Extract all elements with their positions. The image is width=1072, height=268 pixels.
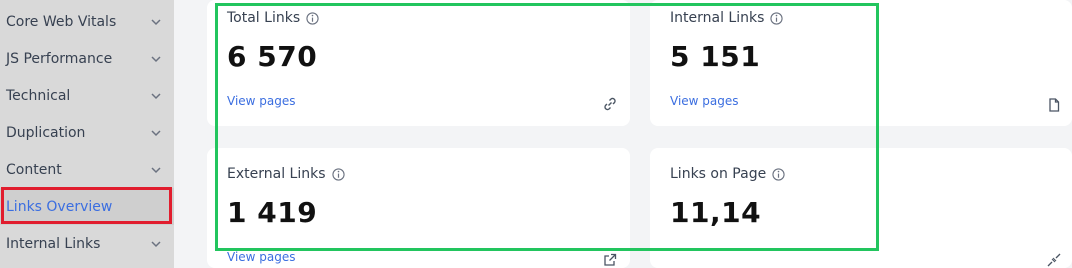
card-title: Internal Links <box>670 10 784 26</box>
card-title: Links on Page <box>670 166 785 182</box>
info-icon[interactable] <box>772 167 785 181</box>
card-internal-links: Internal Links 5 151 View pages <box>650 0 1072 126</box>
link-icon[interactable] <box>602 96 618 112</box>
view-pages-link[interactable]: View pages <box>227 94 296 108</box>
card-title: Total Links <box>227 10 319 26</box>
sidebar-item-technical[interactable]: Technical <box>0 77 174 114</box>
card-value: 11,14 <box>670 196 762 229</box>
card-title-text: Total Links <box>227 10 301 26</box>
card-title-text: Internal Links <box>670 10 765 26</box>
sidebar-item-internal-links[interactable]: Internal Links <box>0 225 174 262</box>
card-title: External Links <box>227 166 345 182</box>
card-title-text: Links on Page <box>670 166 767 182</box>
sidebar-item-label: Links Overview <box>6 198 113 215</box>
sidebar-item-label: Core Web Vitals <box>6 13 117 30</box>
external-link-icon[interactable] <box>602 252 618 268</box>
card-value: 5 151 <box>670 40 761 73</box>
app-root: Core Web Vitals JS Performance Technical… <box>0 0 1072 268</box>
chevron-down-icon <box>151 129 161 136</box>
card-external-links: External Links 1 419 View pages <box>207 148 630 268</box>
sidebar-item-core-web-vitals[interactable]: Core Web Vitals <box>0 3 174 40</box>
chevron-down-icon <box>151 92 161 99</box>
view-pages-link[interactable]: View pages <box>227 250 296 264</box>
card-value: 6 570 <box>227 40 318 73</box>
sidebar-item-label: Duplication <box>6 124 86 141</box>
view-pages-link[interactable]: View pages <box>670 94 739 108</box>
info-icon[interactable] <box>331 167 345 181</box>
sidebar-item-label: Content <box>6 161 62 178</box>
info-icon[interactable] <box>770 11 784 25</box>
chevron-down-icon <box>151 166 161 173</box>
sidebar-item-label: Internal Links <box>6 235 101 252</box>
sidebar-item-js-performance[interactable]: JS Performance <box>0 40 174 77</box>
card-value: 1 419 <box>227 196 318 229</box>
sidebar-item-content[interactable]: Content <box>0 151 174 188</box>
sidebar-item-duplication[interactable]: Duplication <box>0 114 174 151</box>
sidebar: Core Web Vitals JS Performance Technical… <box>0 0 174 268</box>
info-icon[interactable] <box>306 11 319 25</box>
chevron-down-icon <box>151 18 161 25</box>
sidebar-item-links-overview[interactable]: Links Overview <box>0 188 174 225</box>
card-total-links: Total Links 6 570 View pages <box>207 0 630 126</box>
card-links-on-page: Links on Page 11,14 <box>650 148 1072 268</box>
document-icon[interactable] <box>1046 97 1062 113</box>
broken-link-icon[interactable] <box>1046 252 1062 268</box>
chevron-down-icon <box>151 55 161 62</box>
sidebar-item-label: Technical <box>6 87 71 104</box>
sidebar-item-label: JS Performance <box>6 50 113 67</box>
chevron-down-icon <box>151 240 161 247</box>
card-title-text: External Links <box>227 166 326 182</box>
